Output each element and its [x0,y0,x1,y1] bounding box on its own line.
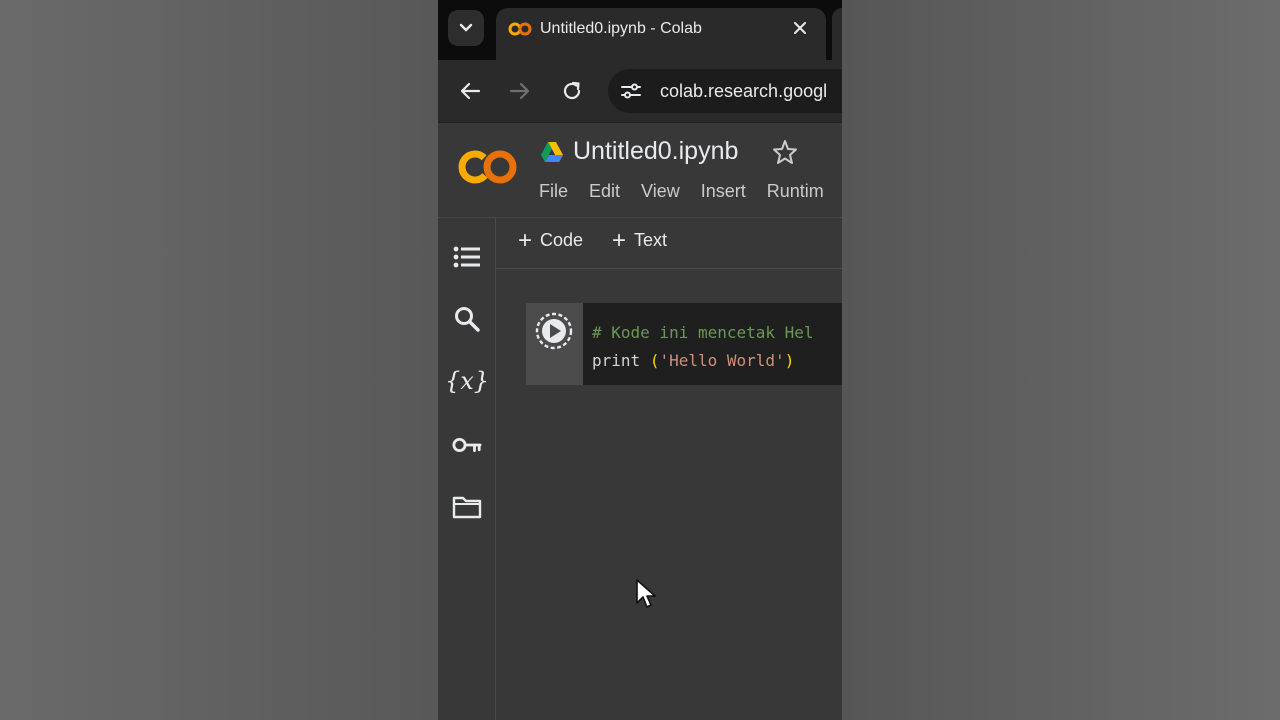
star-icon[interactable] [772,139,798,165]
tab-title: Untitled0.ipynb - Colab [540,20,702,37]
menu-edit[interactable]: Edit [589,181,629,202]
code-cell[interactable]: # Kode ini mencetak Hel print ('Hello Wo… [526,303,842,385]
menu-view[interactable]: View [641,181,689,202]
cell-gutter [526,303,583,385]
tab-close-button[interactable] [788,16,812,40]
reload-icon [563,81,581,100]
left-sidebar: {x} [438,218,496,720]
table-of-contents-icon[interactable] [452,242,482,272]
code-open-paren: ( [649,351,660,370]
blurred-background-left [0,0,438,720]
address-bar[interactable]: colab.research.googl [608,69,842,113]
active-tab[interactable]: Untitled0.ipynb - Colab [496,8,826,60]
browser-window: Untitled0.ipynb - Colab colab.research.g… [438,0,842,720]
menu-insert[interactable]: Insert [701,181,755,202]
blurred-background-right [842,0,1280,720]
site-settings-icon [621,83,641,99]
back-button[interactable] [456,77,484,105]
colab-header: Untitled0.ipynb File Edit View Insert Ru… [438,123,842,218]
mouse-pointer-icon [636,579,656,608]
tab-search-button[interactable] [448,10,484,46]
add-text-cell-button[interactable]: + Text [612,226,668,254]
code-comment-line: # Kode ini mencetak Hel [592,323,814,342]
code-print-keyword: print [592,351,641,370]
add-code-cell-button[interactable]: + Code [518,226,584,254]
add-code-label: Code [540,230,584,250]
code-string-literal: 'Hello World' [659,351,785,370]
navigation-bar: colab.research.googl [438,60,842,123]
colab-favicon-icon [508,22,532,36]
close-icon [794,22,806,34]
arrow-left-icon [460,82,481,100]
menu-runtime[interactable]: Runtim [767,181,833,202]
notebook-title[interactable]: Untitled0.ipynb [573,137,738,166]
chevron-down-icon [459,23,473,32]
search-icon[interactable] [452,304,482,334]
colab-logo-icon[interactable] [456,143,520,191]
google-drive-icon [541,142,563,162]
tab-strip: Untitled0.ipynb - Colab [438,0,842,60]
run-cell-button[interactable] [534,311,574,351]
notebook-toolbar: + Code + Text [496,218,842,269]
arrow-right-icon [509,82,530,100]
url-text: colab.research.googl [660,81,828,101]
plus-icon: + [612,226,627,254]
files-folder-icon[interactable] [452,492,482,522]
forward-button[interactable] [506,77,534,105]
add-text-label: Text [634,230,668,250]
reload-button[interactable] [558,77,586,105]
variables-icon[interactable]: {x} [445,366,489,396]
next-tab-edge[interactable] [832,8,842,60]
menu-bar: File Edit View Insert Runtim [539,181,842,202]
code-editor[interactable]: # Kode ini mencetak Hel print ('Hello Wo… [592,319,814,375]
code-close-paren: ) [784,351,795,370]
secrets-key-icon[interactable] [452,430,482,460]
plus-icon: + [518,226,533,254]
menu-file[interactable]: File [539,181,577,202]
